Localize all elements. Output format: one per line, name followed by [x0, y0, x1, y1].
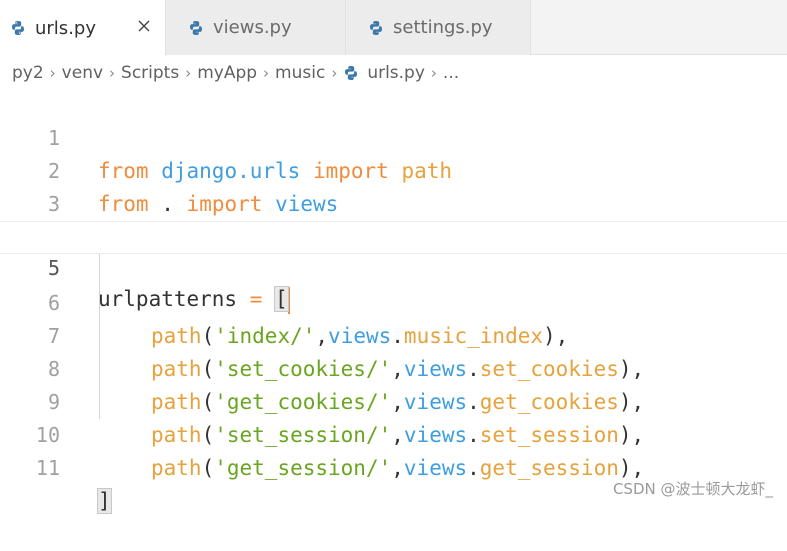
breadcrumb-item[interactable]: music — [275, 63, 325, 83]
python-icon — [188, 20, 204, 36]
breadcrumb-item[interactable]: venv — [62, 63, 103, 83]
code-line: 7 path('set_cookies/',views.set_cookies)… — [0, 287, 787, 381]
code-line: 6 path('index/',views.music_index), — [0, 254, 787, 348]
token-punctuation: , — [391, 456, 404, 480]
breadcrumb-item[interactable]: py2 — [12, 63, 44, 83]
token-punctuation: . — [467, 456, 480, 480]
code-line: 11 ] — [0, 419, 787, 514]
line-number: 11 — [35, 456, 60, 480]
token-punctuation: ), — [618, 456, 645, 480]
token-string: 'get_session/' — [214, 456, 392, 480]
code-text: ] — [97, 485, 112, 518]
breadcrumb-file[interactable]: urls.py — [343, 63, 425, 83]
tab-label: views.py — [213, 17, 292, 38]
token-attribute: get_session — [479, 456, 619, 480]
code-editor[interactable]: 1 from django.urls import path 2 from . … — [0, 89, 787, 514]
token-function: path — [151, 456, 202, 480]
token-object: views — [403, 456, 468, 480]
code-line: 4 — [0, 188, 787, 249]
chevron-right-icon: › — [49, 64, 56, 82]
token-bracket: ] — [97, 488, 112, 514]
python-icon — [10, 20, 26, 36]
code-line: 2 from . import views — [0, 122, 787, 216]
breadcrumb-file-label: urls.py — [367, 63, 425, 83]
tab-bar: urls.py views.py settings.py — [0, 0, 787, 56]
chevron-right-icon: › — [430, 64, 437, 82]
code-line: 1 from django.urls import path — [0, 89, 787, 183]
breadcrumb: py2 › venv › Scripts › myApp › music › u… — [0, 56, 787, 90]
python-icon — [368, 20, 384, 36]
code-line-current: 5 urlpatterns = [ — [0, 221, 787, 314]
tab-views-py[interactable]: views.py — [166, 0, 346, 55]
chevron-right-icon: › — [331, 64, 338, 82]
close-icon[interactable] — [135, 18, 153, 36]
breadcrumb-item[interactable]: myApp — [197, 63, 257, 83]
breadcrumb-item[interactable]: Scripts — [121, 63, 179, 83]
python-icon — [343, 65, 359, 81]
tab-settings-py[interactable]: settings.py — [346, 0, 531, 55]
chevron-right-icon: › — [109, 64, 116, 82]
chevron-right-icon: › — [185, 64, 192, 82]
breadcrumb-ellipsis[interactable]: ... — [443, 63, 459, 83]
tab-urls-py[interactable]: urls.py — [0, 0, 166, 56]
tab-label: settings.py — [393, 17, 493, 38]
tab-label: urls.py — [35, 17, 96, 39]
watermark: CSDN @波士顿大龙虾_ — [612, 480, 773, 498]
chevron-right-icon: › — [263, 64, 270, 82]
token-punctuation: ( — [201, 456, 215, 480]
code-line: 8 path('get_cookies/',views.get_cookies)… — [0, 320, 787, 414]
code-text: path('get_session/',views.get_session), — [151, 452, 644, 485]
code-line: 3 — [0, 155, 787, 216]
code-line: 9 path('set_session/',views.set_session)… — [0, 353, 787, 447]
code-line: 10 path('get_session/',views.get_session… — [0, 386, 787, 480]
